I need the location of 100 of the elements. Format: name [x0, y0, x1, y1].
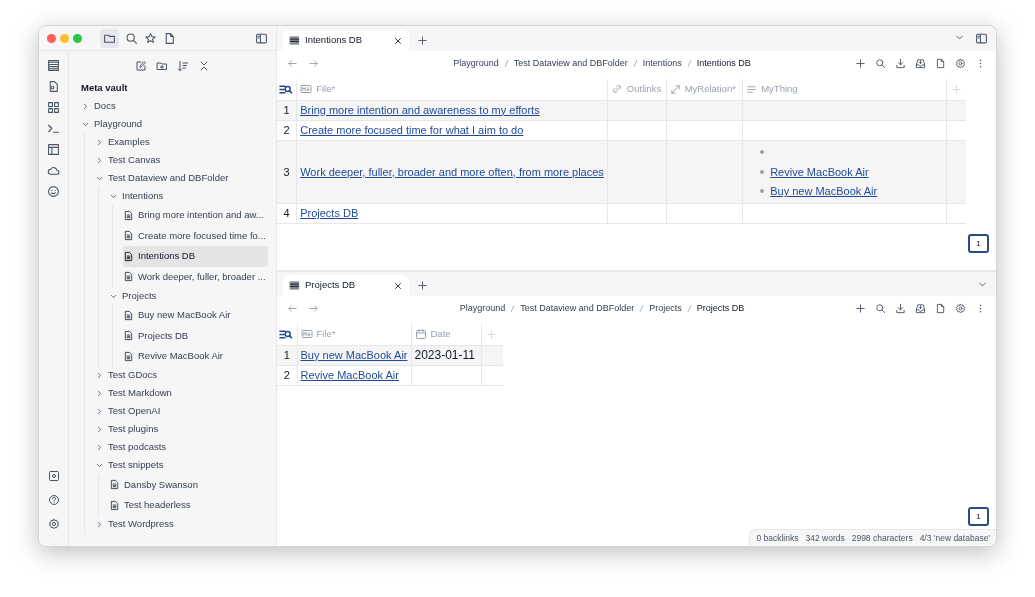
sidebar-toggle-icon[interactable]	[255, 31, 268, 45]
document-icon	[123, 209, 134, 221]
add-icon[interactable]	[855, 58, 866, 69]
row-number: 2	[283, 123, 290, 136]
list-link[interactable]: Revive MacBook Air	[770, 163, 869, 180]
new-note-icon[interactable]	[135, 60, 147, 72]
tree-item[interactable]: Examples	[95, 133, 268, 151]
download-icon[interactable]	[895, 303, 906, 314]
add-icon[interactable]	[855, 303, 866, 314]
close-icon[interactable]	[393, 280, 403, 291]
markdown-icon	[300, 83, 313, 96]
tree-item[interactable]: Create more focused time fo...	[123, 225, 268, 246]
editor-tab[interactable]: Intentions DB	[283, 30, 409, 51]
star-icon[interactable]	[144, 31, 157, 45]
breadcrumb-item[interactable]: Projects	[649, 301, 682, 316]
slash-icon	[632, 59, 638, 68]
close-icon[interactable]	[393, 35, 403, 46]
tree-item[interactable]: Buy new MacBook Air	[123, 305, 268, 326]
tree-item[interactable]: Projects DB	[123, 325, 268, 346]
slash-icon	[639, 304, 645, 313]
document-icon	[123, 309, 134, 321]
tree-item[interactable]: Test Wordpress	[95, 515, 268, 534]
download-icon[interactable]	[895, 58, 906, 69]
breadcrumb-item[interactable]: Playground	[459, 301, 506, 316]
tree-item[interactable]: Dansby Swanson	[109, 474, 268, 495]
page-button[interactable]: 1	[968, 507, 989, 526]
date-value: 2023-01-11	[414, 348, 475, 362]
document-icon	[123, 250, 134, 262]
editor-tab[interactable]: Projects DB	[283, 275, 409, 296]
breadcrumb-item[interactable]: Test Dataview and DBFolder	[513, 56, 628, 71]
bullet-icon	[760, 189, 765, 194]
layout-icon[interactable]	[47, 143, 60, 156]
file-icon[interactable]	[935, 58, 946, 69]
bullet-icon	[760, 169, 765, 174]
slash-icon	[686, 304, 692, 313]
status-item: 4/3 'new database'	[919, 531, 990, 545]
document-icon	[109, 499, 120, 511]
note-stack-icon[interactable]	[47, 59, 60, 72]
tree-item[interactable]: Revive MacBook Air	[123, 346, 268, 367]
tree-item[interactable]: Test plugins	[95, 420, 268, 439]
tree-item[interactable]: Test OpenAI	[95, 402, 268, 421]
list-link[interactable]: Buy new MacBook Air	[770, 183, 878, 200]
search-icon[interactable]	[125, 31, 138, 45]
file-link[interactable]: Work deeper, fuller, broader and more often, from more places	[300, 165, 604, 178]
breadcrumb-item[interactable]: Intentions	[642, 56, 682, 71]
tree-item[interactable]: Test snippets	[95, 456, 268, 475]
tree-item[interactable]: Bring more intention and aw...	[123, 205, 268, 226]
folder-icon[interactable]	[100, 28, 119, 48]
sort-icon[interactable]	[177, 60, 189, 72]
file-icon[interactable]	[163, 31, 176, 45]
search-icon[interactable]	[875, 303, 886, 314]
terminal-icon[interactable]	[47, 122, 60, 135]
tree-item[interactable]: Test podcasts	[95, 438, 268, 457]
tree-item[interactable]: Work deeper, fuller, broader ...	[123, 266, 268, 287]
settings-icon[interactable]	[955, 58, 966, 69]
sidebar-toggle-icon[interactable]	[975, 32, 988, 45]
page-icon[interactable]	[47, 80, 60, 93]
tree-item[interactable]: Test Markdown	[95, 384, 268, 403]
page-button[interactable]: 1	[968, 234, 989, 253]
file-link[interactable]: Projects DB	[300, 207, 359, 220]
breadcrumb-item[interactable]: Test Dataview and DBFolder	[520, 301, 635, 316]
chevron-down-icon	[95, 461, 104, 470]
cloud-icon[interactable]	[47, 164, 60, 177]
tree-item[interactable]: Projects	[109, 287, 268, 305]
row-number: 4	[283, 207, 290, 220]
new-tab-icon[interactable]	[417, 280, 428, 291]
settings-icon[interactable]	[47, 518, 60, 530]
help-icon[interactable]	[47, 494, 60, 506]
tree-item[interactable]: Test headerless	[109, 495, 268, 516]
relation-arrow-icon	[669, 83, 681, 95]
tree-item[interactable]: Test Dataview and DBFolder	[95, 169, 268, 187]
document-icon	[123, 330, 134, 342]
import-icon[interactable]	[915, 303, 926, 314]
tree-item[interactable]: Test GDocs	[95, 366, 268, 385]
vault-icon[interactable]	[47, 470, 60, 482]
table-icon	[289, 35, 300, 46]
tree-item[interactable]: Intentions DB	[123, 246, 268, 267]
chevron-right-icon	[81, 101, 90, 111]
import-icon[interactable]	[915, 58, 926, 69]
collapse-icon[interactable]	[198, 60, 210, 72]
search-filter-icon[interactable]	[277, 327, 294, 341]
table-icon	[289, 280, 300, 291]
tree-item[interactable]: Docs	[81, 97, 268, 115]
search-filter-icon[interactable]	[277, 82, 294, 96]
row-number: 2	[283, 368, 290, 381]
document-icon	[109, 479, 120, 491]
breadcrumb-item: Projects DB	[696, 301, 745, 315]
close-window-button[interactable]	[47, 33, 56, 43]
tree-item[interactable]: Test Canvas	[95, 151, 268, 169]
grid-icon[interactable]	[47, 101, 60, 114]
row-number: 1	[283, 103, 290, 116]
file-icon[interactable]	[935, 303, 946, 314]
smiley-icon[interactable]	[47, 185, 60, 198]
search-icon[interactable]	[875, 58, 886, 69]
settings-icon[interactable]	[955, 303, 966, 314]
new-folder-icon[interactable]	[156, 60, 168, 72]
new-tab-icon[interactable]	[417, 35, 428, 46]
breadcrumb-item[interactable]: Playground	[453, 56, 499, 71]
tree-item[interactable]: Playground	[81, 115, 268, 133]
tree-item[interactable]: Intentions	[109, 187, 268, 205]
